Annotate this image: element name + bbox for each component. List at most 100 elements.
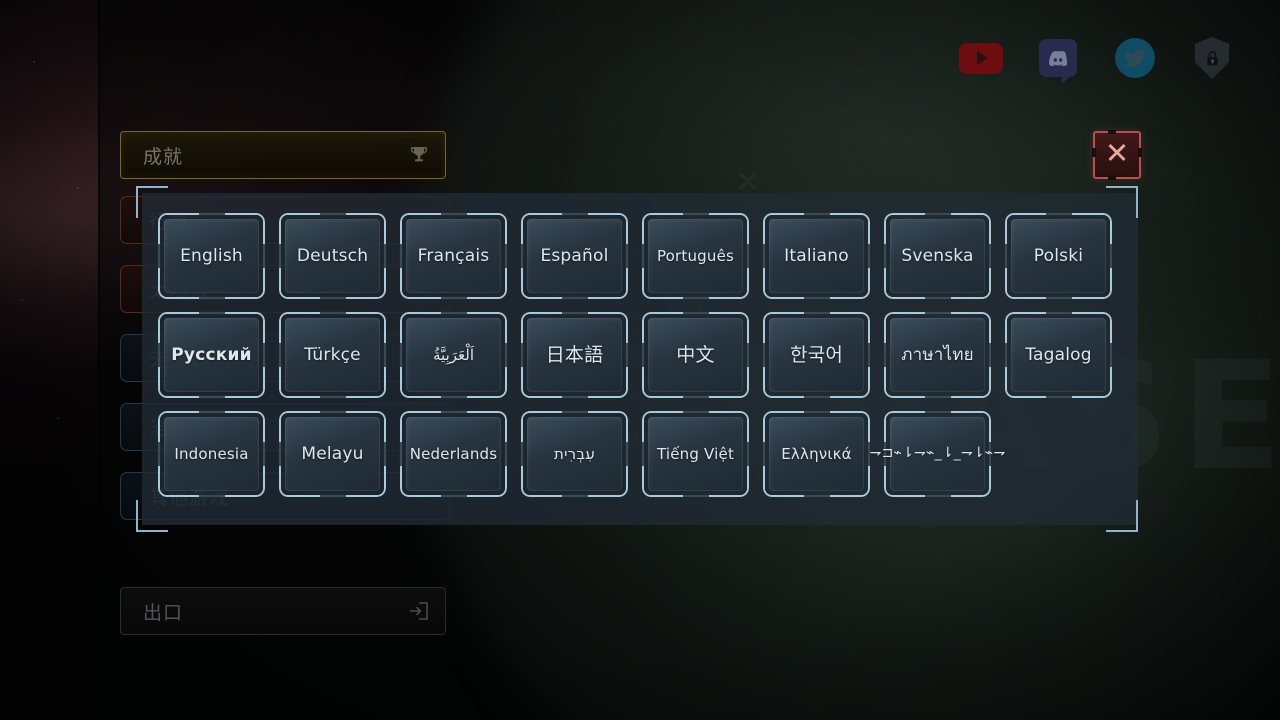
shield-lock-icon [1195, 37, 1229, 79]
language-button-inner: Italiano [769, 219, 864, 293]
language-button-inner: 日本語 [527, 318, 622, 392]
frame-gap [1045, 212, 1072, 216]
language-button[interactable]: Melayu [278, 410, 387, 498]
youtube-button[interactable] [955, 32, 1007, 84]
frame-gap [682, 410, 709, 414]
privacy-button[interactable] [1186, 32, 1238, 84]
language-button-label: Français [417, 245, 490, 266]
frame-gap [319, 296, 346, 300]
twitter-button[interactable] [1109, 32, 1161, 84]
exit-button[interactable]: 出口 [120, 587, 446, 635]
language-button-inner: Polski [1011, 219, 1106, 293]
language-button[interactable]: ⇁⊐⌁⇂⇁⌁_⇂_⇁⇂⌁⇁ [870, 410, 1005, 498]
frame-gap [803, 395, 830, 399]
frame-gap [198, 494, 225, 498]
language-button[interactable]: Italiano [762, 212, 871, 300]
frame-gap [641, 244, 645, 268]
frame-gap [504, 244, 508, 268]
frame-gap [319, 311, 346, 315]
frame-gap [762, 244, 766, 268]
language-button-label: Tiếng Việt [656, 444, 735, 463]
frame-gap [1004, 343, 1008, 367]
language-button-inner: Русский [164, 318, 259, 392]
language-button[interactable]: Polski [1004, 212, 1113, 300]
frame-gap [157, 442, 161, 466]
language-button-inner: Svenska [890, 219, 985, 293]
frame-gap [157, 343, 161, 367]
language-button-label: Indonesia [174, 444, 249, 463]
discord-button[interactable] [1032, 32, 1084, 84]
frame-gap [924, 311, 951, 315]
frame-gap [682, 395, 709, 399]
language-button[interactable]: 中文 [641, 311, 750, 399]
language-button-label: עִבְרִית [554, 444, 595, 463]
frame-gap [262, 343, 266, 367]
frame-gap [988, 244, 992, 268]
language-button[interactable]: עִבְרִית [520, 410, 629, 498]
youtube-icon [959, 42, 1003, 74]
language-button[interactable]: 한국어 [762, 311, 871, 399]
language-button-inner: English [164, 219, 259, 293]
frame-gap [399, 442, 403, 466]
frame-gap [924, 410, 951, 414]
language-button-inner: اَلْعَرَبِيَّةُ [406, 318, 501, 392]
language-button[interactable]: Русский [157, 311, 266, 399]
language-button[interactable]: Tagalog [1004, 311, 1113, 399]
language-button-inner: Deutsch [285, 219, 380, 293]
language-button-inner: Indonesia [164, 417, 259, 491]
language-button[interactable]: ภาษาไทย [883, 311, 992, 399]
frame-gap [1004, 244, 1008, 268]
frame-gap [383, 244, 387, 268]
frame-gap [641, 343, 645, 367]
frame-gap [924, 212, 951, 216]
language-button[interactable]: Ελληνικά [762, 410, 871, 498]
language-button[interactable]: 日本語 [520, 311, 629, 399]
language-button[interactable]: Nederlands [399, 410, 508, 498]
frame-gap [440, 212, 467, 216]
language-button-label: Português [656, 246, 735, 265]
language-button-inner: Nederlands [406, 417, 501, 491]
frame-gap [278, 244, 282, 268]
frame-gap [504, 442, 508, 466]
language-button-inner: Español [527, 219, 622, 293]
language-button[interactable]: Français [399, 212, 508, 300]
language-button[interactable]: English [157, 212, 266, 300]
frame-gap [504, 343, 508, 367]
frame-gap [561, 212, 588, 216]
language-button-label: ภาษาไทย [901, 344, 974, 365]
language-button[interactable]: Tiếng Việt [641, 410, 750, 498]
language-button-inner: 中文 [648, 318, 743, 392]
frame-gap [399, 244, 403, 268]
language-button[interactable]: Deutsch [278, 212, 387, 300]
frame-gap [319, 410, 346, 414]
frame-gap [883, 244, 887, 268]
social-links [955, 32, 1238, 84]
language-button-label: English [180, 245, 243, 266]
language-button[interactable]: اَلْعَرَبِيَّةُ [399, 311, 508, 399]
language-button-inner: Tagalog [1011, 318, 1106, 392]
frame-gap [198, 296, 225, 300]
close-icon: ✕ [1104, 136, 1130, 170]
close-button[interactable]: ✕ [1092, 130, 1142, 180]
frame-gap [198, 395, 225, 399]
language-button[interactable]: Español [520, 212, 629, 300]
twitter-icon [1115, 38, 1155, 78]
language-button[interactable]: Indonesia [157, 410, 266, 498]
frame-gap [1109, 343, 1113, 367]
frame-gap [262, 244, 266, 268]
frame-gap [924, 395, 951, 399]
language-button-label: Melayu [301, 443, 364, 464]
language-button-inner: Türkçe [285, 318, 380, 392]
frame-gap [682, 296, 709, 300]
frame-gap [988, 343, 992, 367]
language-button-label: Polski [1033, 245, 1084, 266]
frame-gap [867, 244, 871, 268]
frame-gap [625, 343, 629, 367]
language-button-inner: עִבְרִית [527, 417, 622, 491]
language-button-label: Svenska [901, 245, 974, 266]
language-button[interactable]: Türkçe [278, 311, 387, 399]
achievements-button[interactable]: 成就 [120, 131, 446, 179]
language-button[interactable]: Svenska [883, 212, 992, 300]
frame-gap [198, 212, 225, 216]
language-button[interactable]: Português [641, 212, 750, 300]
